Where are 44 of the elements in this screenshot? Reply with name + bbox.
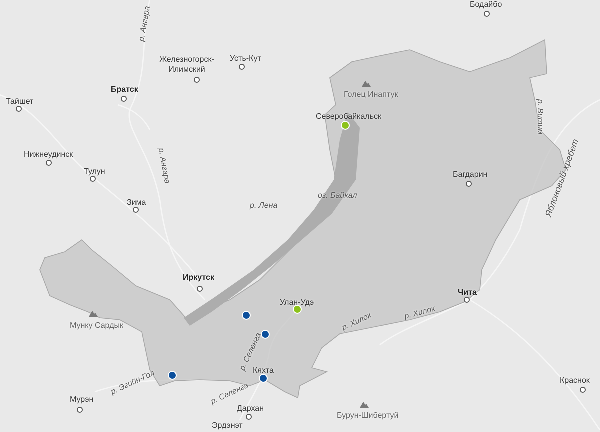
mountain-icon <box>360 402 369 408</box>
city-label: Северобайкальск <box>316 112 382 122</box>
city-label: Кяхта <box>253 366 274 376</box>
city-label: Братск <box>111 85 138 95</box>
city-label: Чита <box>458 288 477 298</box>
river-label: р. Ангара <box>156 147 172 185</box>
city-label: Краснок <box>560 376 590 386</box>
peak-label: Голец Инаптук <box>344 90 398 100</box>
city-label: Мурэн <box>70 395 94 405</box>
city-point-icon <box>194 77 200 83</box>
city-label: Багдарин <box>453 170 488 180</box>
city-point-icon <box>484 11 490 17</box>
city-point-icon <box>197 286 203 292</box>
city-point-icon <box>580 387 586 393</box>
city-label: Железногорск-Илимский <box>158 55 216 75</box>
city-label: Усть-Кут <box>230 54 262 64</box>
city-point-icon <box>133 207 139 213</box>
city-label: Нижнеудинск <box>24 150 74 160</box>
city-label: Тайшет <box>6 97 34 107</box>
city-label: Бодайбо <box>470 0 502 10</box>
city-point-icon <box>16 106 22 112</box>
city-point-icon <box>77 407 83 413</box>
lake-label: оз. Байкал <box>318 191 358 201</box>
city-point-icon <box>46 160 52 166</box>
river-label: р. Хилок <box>404 304 436 322</box>
city-point-icon <box>246 414 252 420</box>
city-label: Тулун <box>84 167 106 177</box>
river-label: р. Ангара <box>136 5 154 43</box>
river-label: р. Витим <box>535 99 545 135</box>
city-label: Эрдэнэт <box>212 421 243 431</box>
peak-label: Бурун-Шибертуй <box>337 411 399 421</box>
river-label: р. Лена <box>250 201 278 211</box>
city-point-icon <box>239 64 245 70</box>
city-point-icon <box>90 176 96 182</box>
city-label: Иркутск <box>183 273 214 283</box>
city-label: Зима <box>127 198 146 208</box>
peak-label: Мунку Сардык <box>70 321 124 331</box>
location-marker[interactable] <box>293 305 302 314</box>
mountain-icon <box>89 311 98 317</box>
city-label: Улан-Удэ <box>280 298 314 308</box>
city-point-icon <box>121 96 127 102</box>
mountain-icon <box>362 81 371 87</box>
city-label: Дархан <box>237 404 264 414</box>
location-marker[interactable] <box>259 374 268 383</box>
